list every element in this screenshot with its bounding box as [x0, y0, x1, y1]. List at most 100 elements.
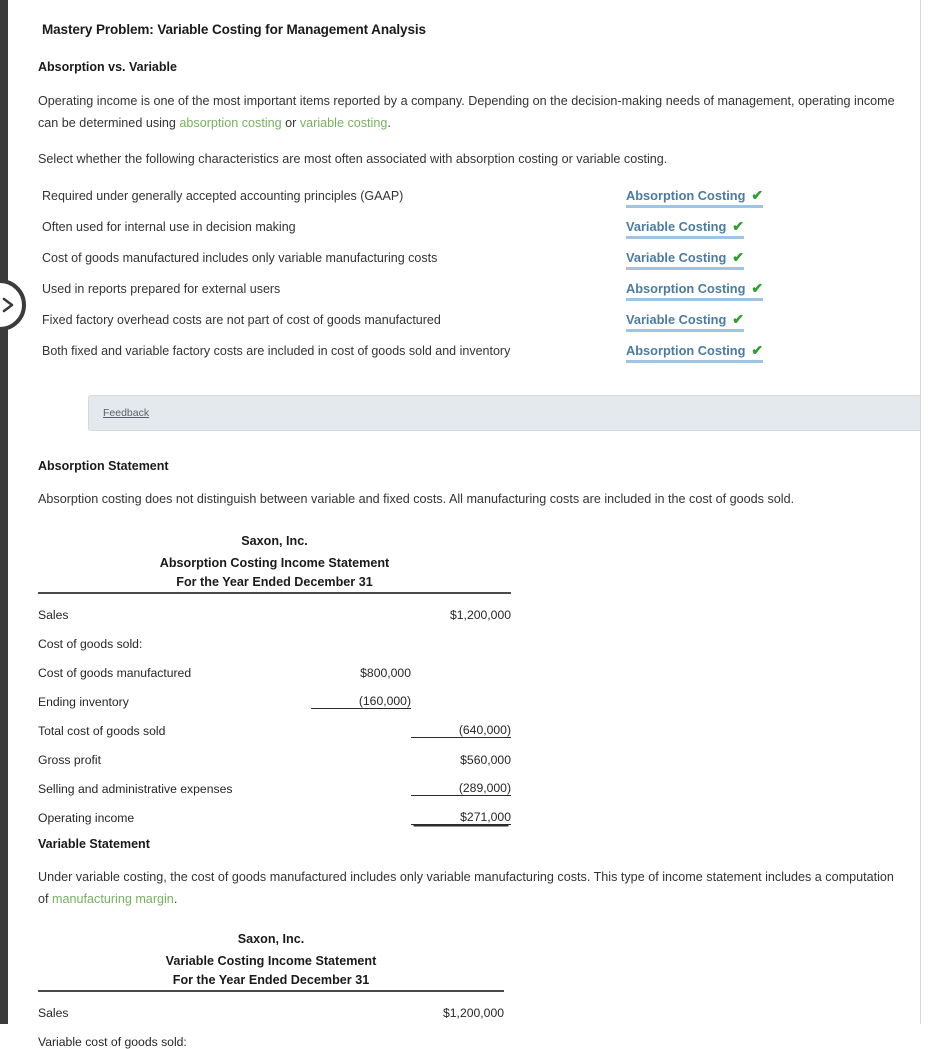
- absorption-statement-wrapper: Saxon, Inc. Absorption Costing Income Sta…: [38, 526, 906, 826]
- statement-row: Cost of goods manufactured $800,000: [38, 651, 511, 680]
- statement-row: Total cost of goods sold (640,000): [38, 708, 511, 739]
- answer-cell-wrapper: Absorption Costing ✔: [626, 187, 764, 208]
- answer-cell-wrapper: Variable Costing ✔: [626, 249, 745, 270]
- statement-row-amount-col2: [404, 1020, 504, 1049]
- statement-row-amount-col2: [411, 622, 511, 651]
- statement-header-text: Saxon, Inc.: [237, 932, 305, 947]
- answer-dropdown-0[interactable]: Absorption Costing ✔: [626, 187, 764, 208]
- section-heading-absorption-statement: Absorption Statement: [38, 458, 169, 473]
- page-title: Mastery Problem: Variable Costing for Ma…: [42, 22, 426, 37]
- variable-text-part-2: .: [173, 891, 178, 906]
- answer-value: Variable Costing: [626, 218, 727, 234]
- statement-row-amount-col2: $271,000: [411, 795, 511, 826]
- section-heading-variable-statement: Variable Statement: [38, 837, 150, 852]
- statement-row-label: Total cost of goods sold: [38, 723, 166, 738]
- statement-row-amount-col1: $800,000: [360, 665, 411, 680]
- statement-header-row: For the Year Ended December 31: [38, 968, 504, 990]
- intro-text-part-3: .: [387, 115, 391, 130]
- check-icon: ✔: [751, 280, 764, 297]
- statement-row-amount-col1: [304, 1020, 404, 1049]
- variable-income-statement-table: Saxon, Inc. Variable Costing Income State…: [38, 924, 504, 1049]
- statement-row-label: Gross profit: [38, 752, 101, 767]
- characteristic-row: Fixed factory overhead costs are not par…: [34, 311, 906, 342]
- statement-row-amount-col2: $1,200,000: [450, 607, 511, 622]
- statement-row-amount-col1: [311, 738, 411, 767]
- intro-paragraph: Operating income is one of the most impo…: [38, 91, 906, 134]
- statement-row-amount-col1: (160,000): [311, 679, 411, 710]
- statement-row-label: Operating income: [38, 810, 135, 825]
- statement-row: Selling and administrative expenses (289,…: [38, 766, 511, 797]
- statement-row-label: Sales: [38, 607, 69, 622]
- answer-value: Variable Costing: [626, 249, 727, 265]
- statement-header-text: Saxon, Inc.: [241, 533, 308, 548]
- characteristic-label: Fixed factory overhead costs are not par…: [42, 312, 441, 327]
- statement-header-text: Absorption Costing Income Statement: [159, 555, 390, 570]
- answer-cell-wrapper: Absorption Costing ✔: [626, 280, 764, 301]
- section-heading-absorption-vs-variable: Absorption vs. Variable: [38, 60, 177, 74]
- answer-value: Absorption Costing: [626, 342, 746, 358]
- statement-row: Ending inventory (160,000): [38, 679, 511, 710]
- statement-row-amount-col2: [411, 651, 511, 680]
- characteristic-row: Used in reports prepared for external us…: [34, 280, 906, 311]
- characteristic-row: Cost of goods manufactured includes only…: [34, 249, 906, 280]
- characteristic-row: Both fixed and variable factory costs ar…: [34, 342, 906, 373]
- statement-row-amount-col2: (289,000): [411, 766, 511, 797]
- check-icon: ✔: [751, 187, 764, 204]
- statement-row: Variable cost of goods sold:: [38, 1020, 504, 1049]
- statement-row-amount-col2: [411, 680, 511, 709]
- check-icon: ✔: [732, 311, 745, 328]
- characteristic-row: Often used for internal use in decision …: [34, 218, 906, 249]
- statement-row-label: Cost of goods manufactured: [38, 665, 192, 680]
- statement-row-amount-col1: [311, 709, 411, 738]
- answer-value: Variable Costing: [626, 311, 727, 327]
- characteristic-label: Both fixed and variable factory costs ar…: [42, 343, 511, 358]
- variable-statement-paragraph: Under variable costing, the cost of good…: [38, 867, 906, 910]
- right-edge-rail: [920, 0, 933, 1024]
- characteristic-label: Used in reports prepared for external us…: [42, 281, 281, 296]
- answer-cell-wrapper: Variable Costing ✔: [626, 311, 745, 332]
- statement-header-row: Saxon, Inc.: [38, 526, 511, 548]
- statement-row-amount-col2: $560,000: [460, 752, 511, 767]
- answer-dropdown-2[interactable]: Variable Costing ✔: [626, 249, 745, 270]
- characteristics-list: Required under generally accepted accoun…: [34, 187, 906, 373]
- answer-value: Absorption Costing: [626, 280, 746, 296]
- statement-header-text: For the Year Ended December 31: [176, 574, 373, 589]
- absorption-statement-paragraph: Absorption costing does not distinguish …: [38, 491, 795, 506]
- statement-row-amount-col1: [311, 622, 411, 651]
- problem-page: Mastery Problem: Variable Costing for Ma…: [8, 0, 933, 1049]
- link-variable-costing[interactable]: variable costing: [300, 116, 388, 130]
- statement-header-row: For the Year Ended December 31: [38, 570, 511, 592]
- check-icon: ✔: [732, 249, 745, 266]
- answer-dropdown-3[interactable]: Absorption Costing ✔: [626, 280, 764, 301]
- answer-dropdown-4[interactable]: Variable Costing ✔: [626, 311, 745, 332]
- answer-dropdown-1[interactable]: Variable Costing ✔: [626, 218, 745, 239]
- variable-statement-wrapper: Saxon, Inc. Variable Costing Income State…: [38, 924, 906, 1049]
- instruction-text: Select whether the following characteris…: [38, 152, 668, 167]
- answer-cell-wrapper: Variable Costing ✔: [626, 218, 745, 239]
- statement-row-label: Selling and administrative expenses: [38, 781, 233, 796]
- statement-row-amount-col1: [311, 767, 411, 796]
- link-manufacturing-margin[interactable]: manufacturing margin: [52, 892, 174, 906]
- chevron-right-icon: [0, 296, 16, 314]
- characteristic-label: Required under generally accepted accoun…: [42, 188, 404, 203]
- intro-text-part-2: or: [281, 115, 300, 130]
- answer-cell-wrapper: Absorption Costing ✔: [626, 342, 764, 363]
- check-icon: ✔: [751, 342, 764, 359]
- statement-header-text: For the Year Ended December 31: [172, 973, 370, 988]
- statement-row-label: Ending inventory: [38, 694, 129, 709]
- answer-value: Absorption Costing: [626, 187, 746, 203]
- statement-row: Operating income $271,000: [38, 795, 511, 826]
- statement-row: Sales $1,200,000: [38, 991, 504, 1020]
- intro-text-part-1: Operating income is one of the most impo…: [38, 94, 895, 130]
- feedback-label[interactable]: Feedback: [103, 407, 149, 419]
- statement-header-text: Variable Costing Income Statement: [165, 954, 377, 969]
- statement-row: Gross profit $560,000: [38, 738, 511, 767]
- link-absorption-costing[interactable]: absorption costing: [179, 116, 281, 130]
- answer-dropdown-5[interactable]: Absorption Costing ✔: [626, 342, 764, 363]
- statement-header-row: Absorption Costing Income Statement: [38, 548, 511, 570]
- feedback-panel[interactable]: Feedback: [88, 394, 933, 431]
- statement-header-row: Variable Costing Income Statement: [38, 946, 504, 968]
- statement-row-label: Cost of goods sold:: [38, 636, 143, 651]
- characteristic-label: Often used for internal use in decision …: [42, 219, 296, 234]
- statement-row: Sales $1,200,000: [38, 593, 511, 622]
